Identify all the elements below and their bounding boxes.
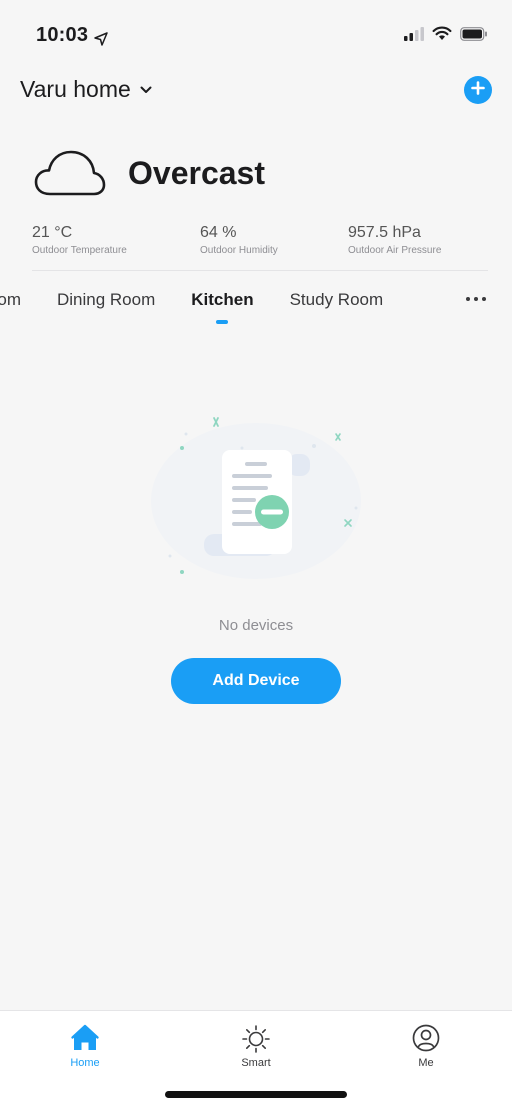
stat-label: Outdoor Air Pressure xyxy=(348,245,442,256)
home-name: Varu home xyxy=(20,76,131,102)
cloud-icon xyxy=(34,148,106,198)
user-icon xyxy=(411,1023,441,1053)
tab-label: Home xyxy=(70,1057,100,1069)
divider xyxy=(32,270,488,271)
cellular-signal-icon xyxy=(404,26,424,46)
tab-room-kitchen[interactable]: Kitchen xyxy=(191,290,253,324)
stat-value: 64 % xyxy=(200,224,237,241)
status-bar: 10:03 xyxy=(0,0,512,70)
stat-value: 21 °C xyxy=(32,224,73,241)
stat-label: Outdoor Humidity xyxy=(200,245,278,256)
no-devices-illustration xyxy=(146,406,366,586)
weather-stats: 21 °C Outdoor Temperature 64 % Outdoor H… xyxy=(32,224,492,256)
weather-condition: Overcast xyxy=(128,154,265,191)
chevron-down-icon xyxy=(139,83,153,97)
weather-summary: Overcast xyxy=(34,148,265,198)
home-header: Varu home xyxy=(20,72,492,108)
status-time: 10:03 xyxy=(36,24,108,47)
more-rooms-button[interactable] xyxy=(462,290,490,314)
stat-label: Outdoor Temperature xyxy=(32,245,127,256)
stat-temperature: 21 °C Outdoor Temperature xyxy=(32,224,200,256)
home-indicator xyxy=(165,1091,347,1098)
location-arrow-icon xyxy=(94,29,108,46)
stat-air-pressure: 957.5 hPa Outdoor Air Pressure xyxy=(348,224,488,256)
wifi-icon xyxy=(432,26,452,46)
tab-room-dining-room[interactable]: Dining Room xyxy=(57,290,155,324)
tab-me[interactable]: Me xyxy=(386,1023,466,1069)
tab-home[interactable]: Home xyxy=(45,1023,125,1069)
stat-humidity: 64 % Outdoor Humidity xyxy=(200,224,348,256)
battery-icon xyxy=(460,26,488,46)
home-switcher[interactable]: Varu home xyxy=(20,76,153,103)
tab-label: Me xyxy=(418,1057,434,1069)
home-icon xyxy=(70,1023,100,1053)
add-button[interactable] xyxy=(464,76,492,104)
empty-state-message: No devices xyxy=(218,617,294,634)
tab-label: Smart xyxy=(241,1057,271,1069)
tabs-fade xyxy=(414,290,454,316)
status-time-text: 10:03 xyxy=(36,24,89,46)
sun-icon xyxy=(241,1023,271,1053)
tab-room-study-room[interactable]: Study Room xyxy=(290,290,384,324)
stat-value: 957.5 hPa xyxy=(348,224,421,241)
room-tabs-track: Bedroom Dining Room Kitchen Study Room xyxy=(0,290,419,324)
status-icons xyxy=(404,26,488,46)
plus-icon xyxy=(471,80,485,100)
tab-room-bedroom[interactable]: Bedroom xyxy=(0,290,21,324)
tab-smart[interactable]: Smart xyxy=(216,1023,296,1069)
add-device-button[interactable]: Add Device xyxy=(171,658,341,704)
more-dots-icon xyxy=(465,290,487,309)
